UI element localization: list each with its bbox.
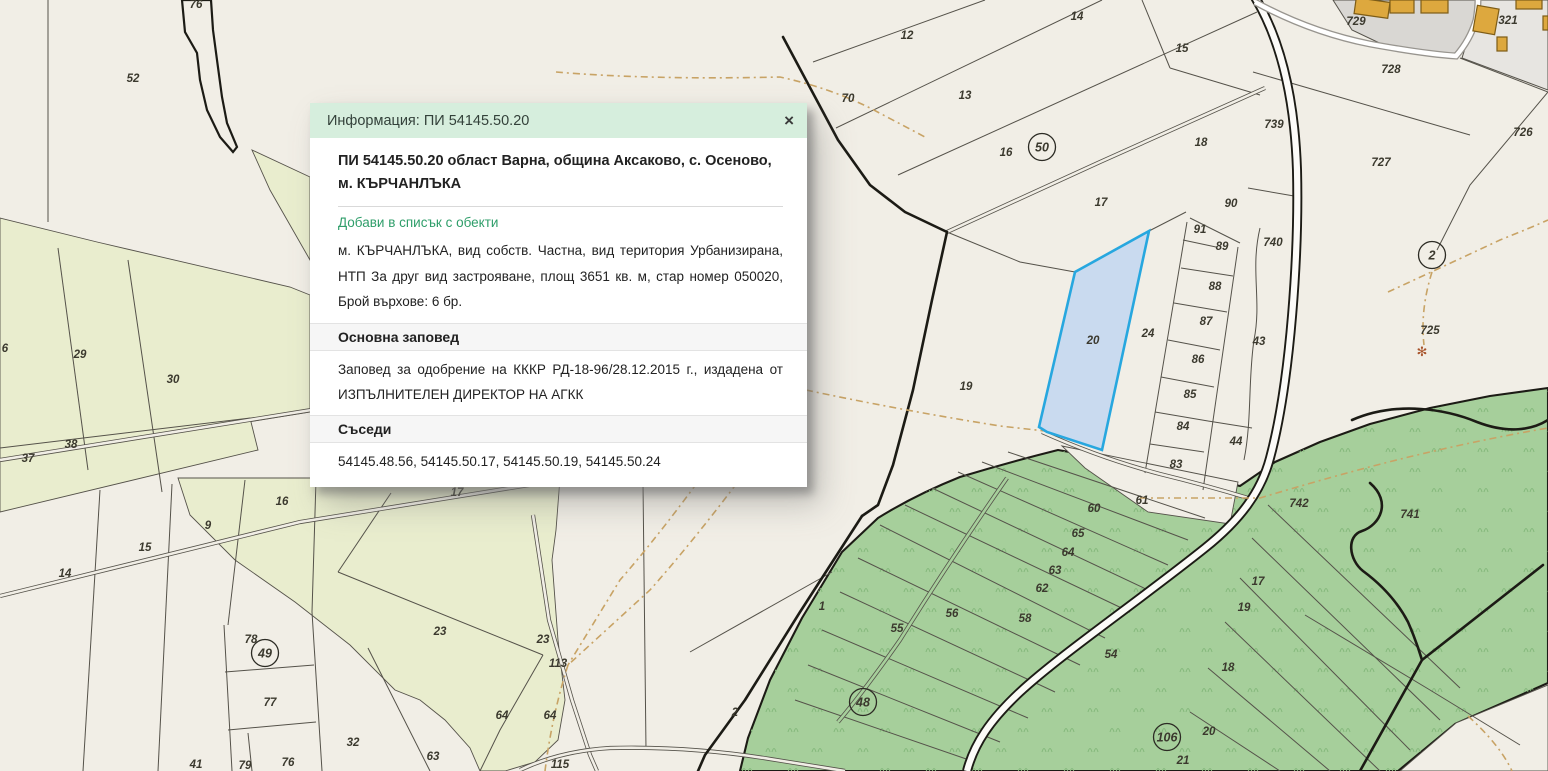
parcel-number: 84 [1177, 421, 1190, 433]
parcel-number: 88 [1209, 281, 1222, 293]
neighbors-list: 54145.48.56, 54145.50.17, 54145.50.19, 5… [338, 449, 783, 474]
parcel-number: 726 [1513, 127, 1533, 139]
parcel-number: 23 [536, 634, 550, 646]
parcel-number: 52 [127, 73, 140, 85]
parcel-number: 65 [1072, 528, 1085, 540]
cadastral-region-number: 48 [855, 696, 870, 710]
parcel-number: 16 [276, 496, 289, 508]
parcel-number: 63 [1049, 565, 1062, 577]
parcel-number: 727 [1371, 157, 1391, 169]
parcel-heading: ПИ 54145.50.20 област Варна, община Акса… [338, 150, 783, 207]
parcel-number: 85 [1184, 389, 1197, 401]
parcel-number: 61 [1136, 495, 1149, 507]
popup-header[interactable]: Информация: ПИ 54145.50.20 × [310, 103, 807, 138]
parcel-number: 321 [1498, 15, 1517, 27]
parcel-number: 37 [22, 453, 35, 465]
parcel-number: 78 [245, 634, 258, 646]
parcel-number: 91 [1194, 224, 1207, 236]
parcel-number: 115 [551, 759, 570, 771]
parcel-number: 739 [1264, 119, 1284, 131]
parcel-number: 6 [2, 343, 9, 355]
parcel-number: 18 [1222, 662, 1235, 674]
section-main-order: Основна заповед [310, 323, 807, 351]
add-to-list-link[interactable]: Добави в списък с обекти [338, 215, 498, 230]
parcel-number: 38 [65, 439, 78, 451]
parcel-number: 17 [451, 487, 464, 499]
parcel-number: 41 [189, 759, 203, 771]
close-icon[interactable]: × [784, 112, 794, 129]
parcel-number: 64 [544, 710, 557, 722]
parcel-number: 13 [959, 90, 972, 102]
parcel-number: 89 [1216, 241, 1229, 253]
popup-title: Информация: ПИ 54145.50.20 [327, 113, 529, 129]
parcel-number: 725 [1420, 325, 1440, 337]
parcel-number: 19 [960, 381, 973, 393]
parcel-number: 64 [496, 710, 509, 722]
parcel-number: 15 [1176, 43, 1189, 55]
parcel-number: 55 [891, 623, 904, 635]
parcel-number: 17 [1095, 197, 1108, 209]
parcel-number: 76 [282, 757, 295, 769]
parcel-number: 44 [1229, 436, 1243, 448]
parcel-number: 54 [1105, 649, 1118, 661]
parcel-number: 63 [427, 751, 440, 763]
cadastral-region-number: 2 [1428, 249, 1436, 263]
parcel-number: 18 [1195, 137, 1208, 149]
parcel-number: 70 [842, 93, 855, 105]
cadastral-region-number: 49 [257, 647, 272, 661]
parcel-number: 83 [1170, 459, 1183, 471]
parcel-number: 58 [1019, 613, 1032, 625]
parcel-number: 742 [1289, 498, 1309, 510]
parcel-number: 729 [1346, 16, 1366, 28]
parcel-number: 30 [167, 374, 180, 386]
parcel-number: 56 [946, 608, 959, 620]
parcel-description: м. КЪРЧАНЛЪКА, вид собств. Частна, вид т… [338, 238, 783, 314]
section-neighbors: Съседи [310, 415, 807, 443]
parcel-number: 90 [1225, 198, 1238, 210]
parcel-number: 20 [1086, 335, 1100, 347]
parcel-number: 62 [1036, 583, 1049, 595]
parcel-number: 113 [549, 658, 568, 670]
parcel-number: 77 [264, 697, 277, 709]
landmark-asterisk-icon: ✻ [1417, 344, 1428, 359]
info-popup: Информация: ПИ 54145.50.20 × ПИ 54145.50… [310, 103, 807, 487]
order-text: Заповед за одобрение на КККР РД-18-96/28… [338, 357, 783, 408]
parcel-number: 16 [1000, 147, 1013, 159]
parcel-number: 740 [1263, 237, 1283, 249]
parcel-number: 728 [1381, 64, 1401, 76]
parcel-number: 12 [901, 30, 914, 42]
parcel-number: 9 [205, 520, 212, 532]
parcel-number: 64 [1062, 547, 1075, 559]
parcel-number: 1 [819, 601, 825, 613]
parcel-number: 2 [731, 707, 739, 719]
cadastral-region-number: 50 [1035, 141, 1049, 155]
parcel-number: 19 [1238, 602, 1251, 614]
parcel-number: 79 [239, 760, 252, 771]
parcel-number: 24 [1141, 328, 1155, 340]
parcel-number: 21 [1176, 755, 1190, 767]
cadastral-region-number: 106 [1157, 731, 1179, 745]
parcel-number: 23 [433, 626, 447, 638]
popup-body: ПИ 54145.50.20 област Варна, община Акса… [310, 150, 807, 475]
parcel-number: 14 [59, 568, 72, 580]
parcel-number: 43 [1252, 336, 1266, 348]
parcel-number: 20 [1202, 726, 1216, 738]
parcel-number: 15 [139, 542, 152, 554]
parcel-number: 14 [1071, 11, 1084, 23]
parcel-number: 86 [1192, 354, 1205, 366]
parcel-number: 32 [347, 737, 360, 749]
parcel-number: 29 [73, 349, 87, 361]
parcel-number: 741 [1400, 509, 1419, 521]
parcel-number: 60 [1088, 503, 1101, 515]
parcel-number: 17 [1252, 576, 1265, 588]
parcel-number: 76 [190, 0, 203, 11]
parcel-number: 87 [1200, 316, 1213, 328]
